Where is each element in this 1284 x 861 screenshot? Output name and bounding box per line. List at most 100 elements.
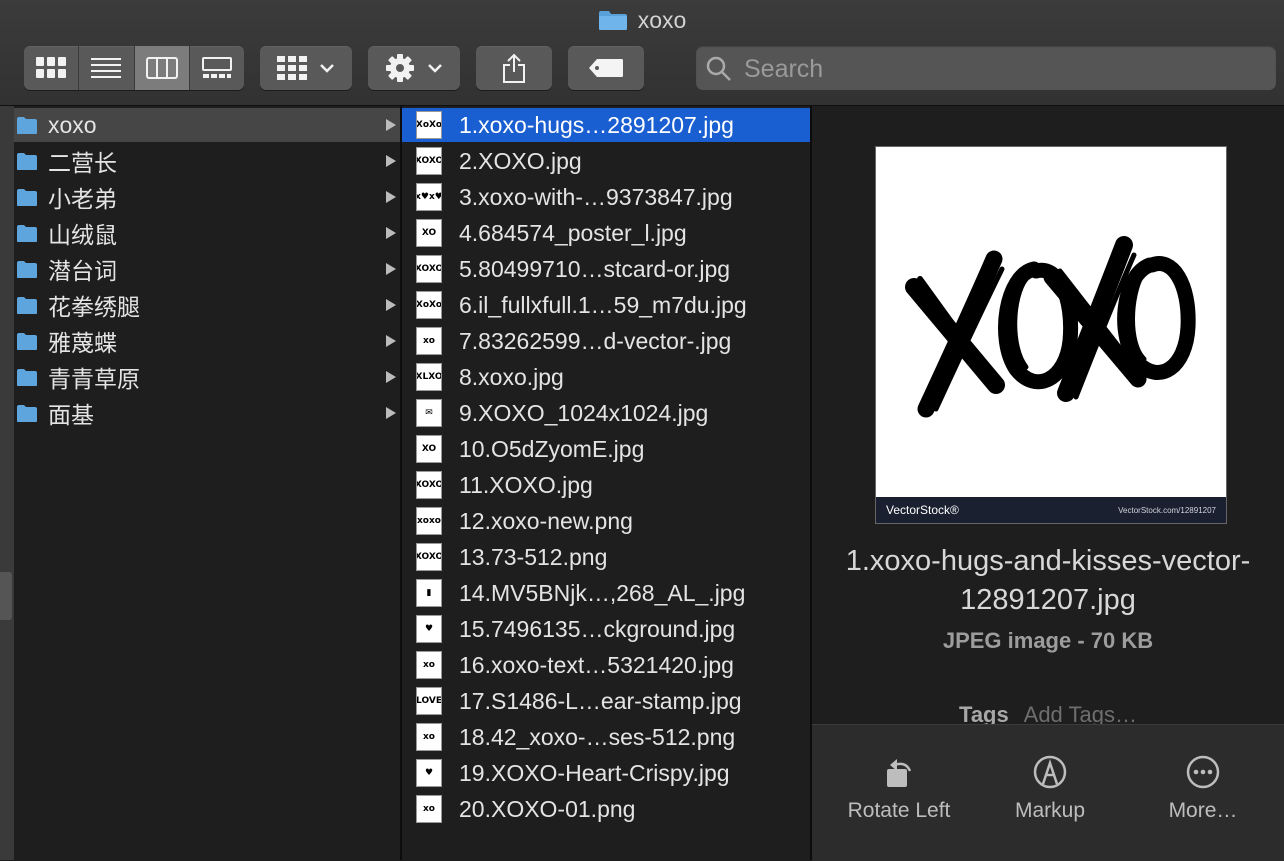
- file-thumbnail: XOXO: [416, 543, 442, 571]
- share-button[interactable]: [476, 46, 552, 90]
- file-row[interactable]: xo 16.xoxo-text…5321420.jpg: [402, 648, 810, 682]
- folder-row[interactable]: 潜台词: [14, 252, 400, 286]
- file-row-label: 3.xoxo-with-…9373847.jpg: [459, 183, 733, 210]
- folder-row-label: 花拳绣腿: [48, 294, 140, 320]
- folder-row-label: 面基: [48, 402, 94, 428]
- file-row[interactable]: XOXO 13.73-512.png: [402, 540, 810, 574]
- folder-row[interactable]: 花拳绣腿: [14, 288, 400, 322]
- file-row-label: 12.xoxo-new.png: [459, 507, 633, 534]
- file-row[interactable]: XO 4.684574_poster_l.jpg: [402, 216, 810, 250]
- file-row-label: 14.MV5BNjk…,268_AL_.jpg: [459, 579, 746, 606]
- more-button[interactable]: More…: [1138, 755, 1268, 823]
- folder-row[interactable]: 二营长: [14, 144, 400, 178]
- file-thumbnail: ♥: [416, 615, 442, 643]
- gallery-icon: [201, 57, 232, 78]
- folder-row[interactable]: 山绒鼠: [14, 216, 400, 250]
- file-thumbnail: XOXO: [416, 471, 442, 499]
- list-icon: [91, 58, 122, 78]
- disclosure-triangle-icon: [386, 227, 396, 239]
- markup-label: Markup: [1014, 799, 1086, 822]
- file-row[interactable]: xo 20.XOXO-01.png: [402, 792, 810, 826]
- file-row-label: 7.83262599…d-vector-.jpg: [459, 327, 732, 354]
- folder-row[interactable]: 面基: [14, 396, 400, 430]
- disclosure-triangle-icon: [386, 407, 396, 419]
- folder-row-label: 雅蔑蝶: [48, 330, 117, 356]
- xoxo-artwork: [905, 236, 1196, 418]
- file-thumbnail: XOXO: [416, 147, 442, 175]
- disclosure-triangle-icon: [386, 155, 396, 167]
- group-by-button[interactable]: [260, 46, 352, 90]
- action-button[interactable]: [368, 46, 460, 90]
- file-row[interactable]: XOXO 11.XOXO.jpg: [402, 468, 810, 502]
- disclosure-triangle-icon: [386, 191, 396, 203]
- search-input[interactable]: [742, 46, 1266, 92]
- columns-icon: [145, 57, 178, 79]
- folder-row-label: 山绒鼠: [48, 222, 117, 248]
- rotate-left-label: Rotate Left: [847, 799, 951, 822]
- search-field[interactable]: [696, 46, 1276, 92]
- watermark-brand: VectorStock®: [886, 503, 959, 517]
- folder-row[interactable]: 青青草原: [14, 360, 400, 394]
- file-row[interactable]: LOVE 17.S1486-L…ear-stamp.jpg: [402, 684, 810, 718]
- file-row[interactable]: xoxo 12.xoxo-new.png: [402, 504, 810, 538]
- file-thumbnail: xo: [416, 651, 442, 679]
- list-view-button[interactable]: [79, 46, 135, 90]
- file-row[interactable]: XoXo 6.il_fullxfull.1…59_m7du.jpg: [402, 288, 810, 322]
- markup-icon: [1033, 755, 1067, 789]
- file-row[interactable]: ♥ 15.7496135…ckground.jpg: [402, 612, 810, 646]
- more-icon: [1186, 755, 1220, 789]
- file-row[interactable]: ✉ 9.XOXO_1024x1024.jpg: [402, 396, 810, 430]
- icon-view-button[interactable]: [24, 46, 80, 90]
- file-thumbnail: XOXO: [416, 255, 442, 283]
- add-tags-field[interactable]: Add Tags…: [1024, 702, 1137, 726]
- gallery-view-button[interactable]: [190, 46, 244, 90]
- file-row-label: 19.XOXO-Heart-Crispy.jpg: [459, 759, 730, 786]
- file-row[interactable]: XLXO 8.xoxo.jpg: [402, 360, 810, 394]
- tags-row: Tags Add Tags…: [812, 702, 1284, 726]
- tag-button[interactable]: [568, 46, 644, 90]
- file-row[interactable]: XOXO 5.80499710…stcard-or.jpg: [402, 252, 810, 286]
- rotate-left-button[interactable]: Rotate Left: [834, 755, 964, 823]
- folder-row-label: 青青草原: [48, 366, 140, 392]
- file-thumbnail: XLXO: [416, 363, 442, 391]
- chevron-down-icon: [428, 64, 442, 73]
- preview-image: VectorStock® VectorStock.com/12891207: [875, 146, 1227, 524]
- file-thumbnail: ▮: [416, 579, 442, 607]
- file-row-label: 15.7496135…ckground.jpg: [459, 615, 736, 642]
- file-row[interactable]: ▮ 14.MV5BNjk…,268_AL_.jpg: [402, 576, 810, 610]
- folder-column: xoxo 二营长小老弟山绒鼠潜台词花拳绣腿雅蔑蝶青青草原面基: [14, 106, 400, 860]
- folder-row[interactable]: 雅蔑蝶: [14, 324, 400, 358]
- scroll-knob[interactable]: [0, 572, 12, 620]
- view-mode-selector: [24, 46, 244, 90]
- file-row-label: 18.42_xoxo-…ses-512.png: [459, 723, 736, 750]
- watermark-url: VectorStock.com/12891207: [1118, 505, 1216, 515]
- file-thumbnail: XO: [416, 435, 442, 463]
- file-thumbnail: LOVE: [416, 687, 442, 715]
- file-row-label: 5.80499710…stcard-or.jpg: [459, 255, 731, 282]
- folder-icon: [17, 404, 37, 422]
- tags-label: Tags: [959, 702, 1009, 726]
- gear-icon: [386, 54, 414, 82]
- share-icon: [503, 53, 525, 83]
- file-row[interactable]: XoXo 1.xoxo-hugs…2891207.jpg: [402, 108, 810, 142]
- file-row[interactable]: XOXO 2.XOXO.jpg: [402, 144, 810, 178]
- file-thumbnail: ♥: [416, 759, 442, 787]
- folder-icon: [17, 260, 37, 278]
- search-icon: [706, 56, 731, 81]
- folder-row-label: 小老弟: [48, 186, 117, 212]
- window-title-text: xoxo: [637, 6, 687, 33]
- file-row[interactable]: ♥ 19.XOXO-Heart-Crispy.jpg: [402, 756, 810, 790]
- file-row[interactable]: xo 18.42_xoxo-…ses-512.png: [402, 720, 810, 754]
- file-row[interactable]: XO 10.O5dZyomE.jpg: [402, 432, 810, 466]
- folder-row[interactable]: xoxo: [14, 108, 400, 142]
- markup-button[interactable]: Markup: [985, 755, 1115, 823]
- preview-file-kind: JPEG image - 70 KB: [942, 628, 1154, 653]
- file-row-label: 2.XOXO.jpg: [459, 147, 582, 174]
- folder-icon: [598, 11, 627, 30]
- file-thumbnail: xoxo: [416, 507, 442, 535]
- folder-row[interactable]: 小老弟: [14, 180, 400, 214]
- file-row[interactable]: xo 7.83262599…d-vector-.jpg: [402, 324, 810, 358]
- file-row[interactable]: x♥x♥ 3.xoxo-with-…9373847.jpg: [402, 180, 810, 214]
- folder-icon: [17, 188, 37, 206]
- column-view-button[interactable]: [134, 46, 190, 90]
